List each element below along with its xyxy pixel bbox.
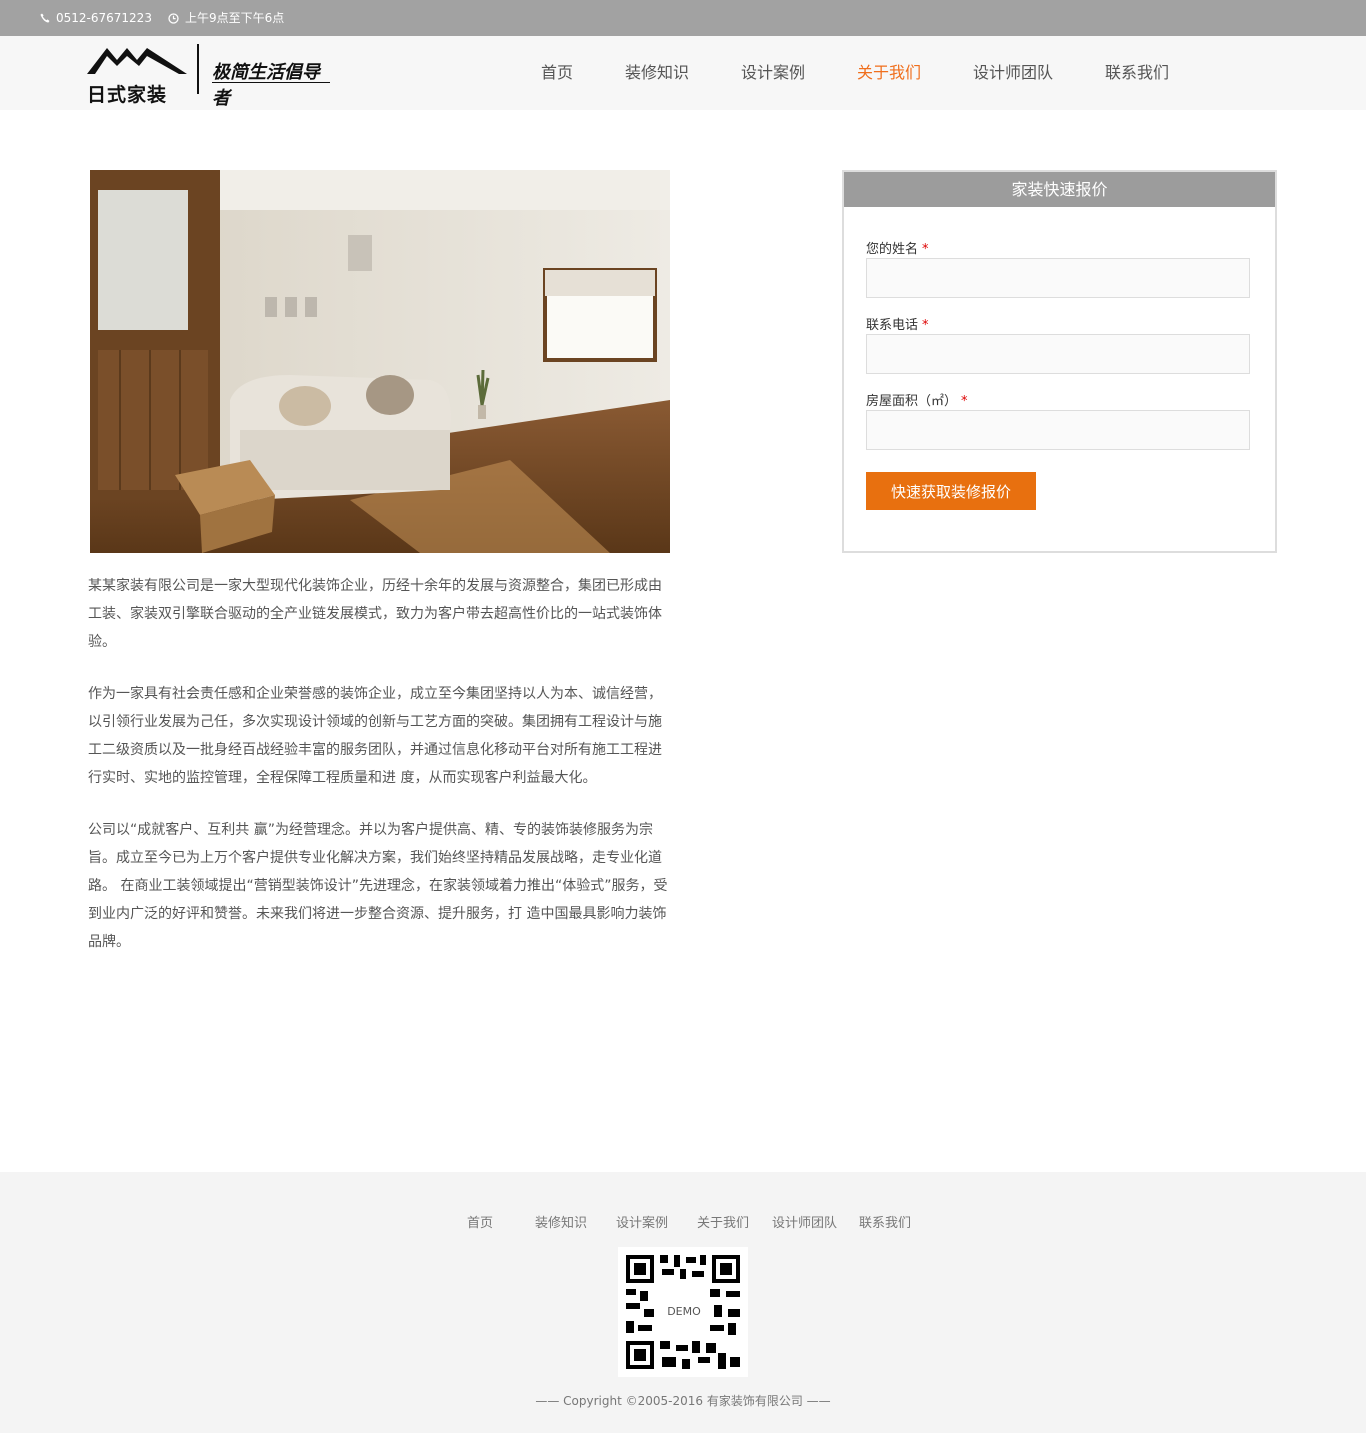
name-label: 您的姓名 * [866, 238, 929, 257]
footer-nav-cases[interactable]: 设计案例 [616, 1212, 668, 1231]
quick-quote-form: 家装快速报价 您的姓名 * 联系电话 * 房屋面积（㎡） * 快速获取装修报价 [842, 170, 1277, 553]
top-bar: 0512-67671223 上午9点至下午6点 [0, 0, 1366, 36]
contact-phone: 0512-67671223 [40, 0, 152, 36]
required-mark: * [922, 242, 929, 257]
nav-item-knowledge[interactable]: 装修知识 [625, 36, 689, 110]
about-article: 某某家装有限公司是一家大型现代化装饰企业，历经十余年的发展与资源整合，集团已形成… [88, 572, 668, 980]
area-label-text: 房屋面积（㎡） [866, 394, 958, 409]
logo-divider [197, 44, 199, 94]
header: 日式家装 极简生活倡导者 首页 装修知识 设计案例 关于我们 设计师团队 联系我… [0, 36, 1366, 110]
phone-icon [40, 13, 50, 23]
nav-item-home[interactable]: 首页 [541, 36, 573, 110]
qr-label: DEMO [667, 1305, 701, 1318]
footer-nav-home[interactable]: 首页 [467, 1212, 493, 1231]
about-photo [90, 170, 670, 553]
area-input[interactable] [866, 410, 1250, 450]
phone-input[interactable] [866, 334, 1250, 374]
footer: 首页 装修知识 设计案例 关于我们 设计师团队 联系我们 DEMO —— Cop… [0, 1172, 1366, 1433]
footer-nav-designers[interactable]: 设计师团队 [772, 1212, 837, 1231]
article-paragraph-1: 某某家装有限公司是一家大型现代化装饰企业，历经十余年的发展与资源整合，集团已形成… [88, 578, 662, 650]
phone-number: 0512-67671223 [56, 11, 152, 25]
get-quote-button[interactable]: 快速获取装修报价 [866, 472, 1036, 510]
name-input[interactable] [866, 258, 1250, 298]
footer-nav-about[interactable]: 关于我们 [697, 1212, 749, 1231]
hours-text: 上午9点至下午6点 [185, 11, 285, 25]
business-hours: 上午9点至下午6点 [168, 0, 284, 36]
site-logo[interactable]: 日式家装 极简生活倡导者 [87, 44, 337, 109]
quote-form-title: 家装快速报价 [844, 172, 1275, 207]
phone-label: 联系电话 * [866, 314, 929, 333]
nav-item-contact[interactable]: 联系我们 [1105, 36, 1169, 110]
required-mark: * [922, 318, 929, 333]
copyright-text: —— Copyright ©2005-2016 有家装饰有限公司 —— [535, 1394, 831, 1408]
nav-item-designers[interactable]: 设计师团队 [973, 36, 1053, 110]
logo-slogan: 极简生活倡导者 [212, 62, 320, 109]
area-label: 房屋面积（㎡） * [866, 390, 968, 409]
clock-icon [168, 12, 179, 24]
article-paragraph-2: 作为一家具有社会责任感和企业荣誉感的装饰企业，成立至今集团坚持以人为本、诚信经营… [88, 686, 662, 786]
logo-name: 日式家装 [87, 84, 168, 106]
nav-item-about[interactable]: 关于我们 [857, 36, 921, 110]
qr-code: DEMO [618, 1247, 748, 1377]
article-paragraph-3: 公司以“成就客户、互利共 赢”为经营理念。并以为客户提供高、精、专的装饰装修服务… [88, 822, 668, 950]
phone-label-text: 联系电话 [866, 318, 919, 333]
slogan-underline [212, 82, 330, 83]
nav-item-cases[interactable]: 设计案例 [741, 36, 805, 110]
footer-nav-contact[interactable]: 联系我们 [859, 1212, 911, 1231]
name-label-text: 您的姓名 [866, 242, 919, 257]
required-mark: * [961, 394, 968, 409]
footer-nav-knowledge[interactable]: 装修知识 [535, 1212, 587, 1231]
living-room-image [90, 170, 670, 553]
